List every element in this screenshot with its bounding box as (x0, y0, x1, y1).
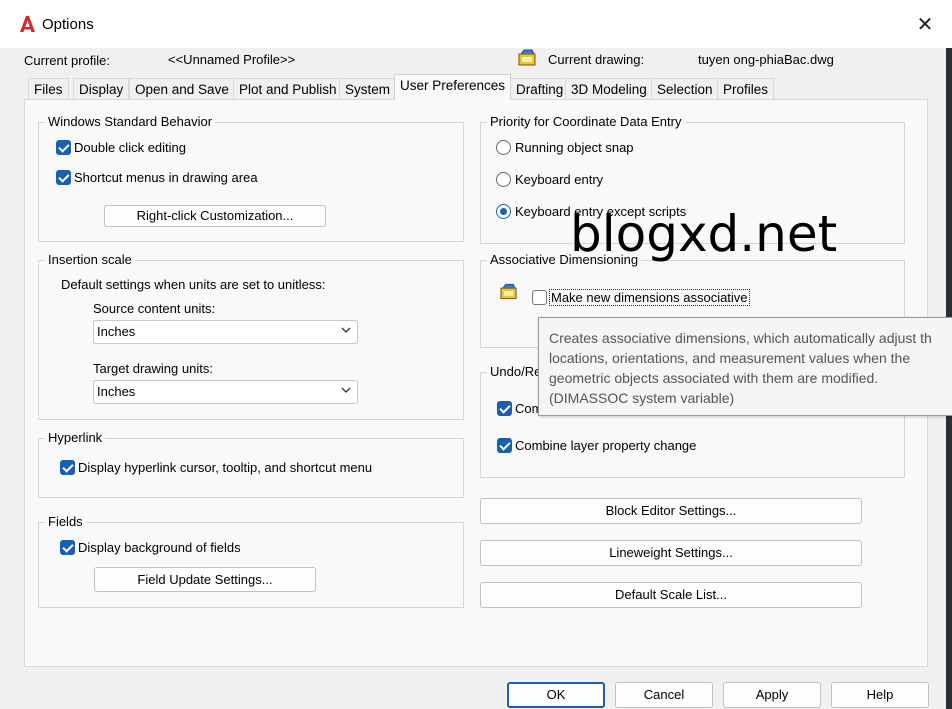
fields-title: Fields (45, 514, 86, 529)
tab-user-preferences[interactable]: User Preferences (394, 74, 512, 100)
running-object-snap-radio[interactable] (496, 140, 511, 155)
display-hyperlink-checkbox[interactable] (60, 460, 75, 475)
tab-plot-and-publish[interactable]: Plot and Publish (233, 78, 343, 99)
fields-group: Fields Display background of fields Fiel… (38, 514, 464, 608)
tooltip-line: (DIMASSOC system variable) (549, 390, 735, 406)
options-dialog: Options ✕ Current profile: <<Unnamed Pro… (0, 0, 952, 709)
make-associative-label: Make new dimensions associative (549, 289, 750, 306)
current-drawing-value: tuyen ong-phiaBac.dwg (698, 52, 834, 67)
display-hyperlink-label: Display hyperlink cursor, tooltip, and s… (78, 460, 373, 475)
source-units-label: Source content units: (93, 301, 216, 316)
source-units-dropdown[interactable]: Inches (93, 320, 358, 344)
target-units-dropdown[interactable]: Inches (93, 380, 358, 404)
field-update-settings-button[interactable]: Field Update Settings... (94, 567, 316, 592)
insertion-scale-title: Insertion scale (45, 252, 135, 267)
lineweight-settings-button[interactable]: Lineweight Settings... (480, 540, 862, 566)
tab-open-and-save[interactable]: Open and Save (129, 78, 235, 99)
keyboard-entry-radio[interactable] (496, 172, 511, 187)
priority-title: Priority for Coordinate Data Entry (487, 114, 685, 129)
display-background-label: Display background of fields (78, 540, 241, 555)
hyperlink-group: Hyperlink Display hyperlink cursor, tool… (38, 430, 464, 498)
keyboard-entry-label: Keyboard entry (515, 172, 604, 187)
watermark-text: blogxd.net (570, 205, 838, 263)
shortcut-menus-checkbox[interactable] (56, 170, 71, 185)
windows-standard-title: Windows Standard Behavior (45, 114, 216, 129)
shortcut-menus-label: Shortcut menus in drawing area (74, 170, 258, 185)
right-click-customization-button[interactable]: Right-click Customization... (104, 205, 326, 227)
title-bar: Options ✕ (0, 0, 952, 48)
dimassoc-tooltip: Creates associative dimensions, which au… (538, 317, 952, 416)
tab-drafting[interactable]: Drafting (510, 78, 570, 99)
combine-layer-label: Combine layer property change (515, 438, 697, 453)
keyboard-except-scripts-radio[interactable] (496, 204, 511, 219)
tab-system[interactable]: System (339, 78, 397, 99)
running-object-snap-label: Running object snap (515, 140, 634, 155)
drawing-file-icon (500, 283, 517, 300)
display-background-checkbox[interactable] (60, 540, 75, 555)
tab-3d-modeling[interactable]: 3D Modeling (565, 78, 653, 99)
undo-redo-title: Undo/Re (487, 364, 545, 379)
source-units-value: Inches (97, 324, 136, 339)
combine-layer-checkbox[interactable] (497, 438, 512, 453)
hyperlink-title: Hyperlink (45, 430, 106, 445)
tab-display[interactable]: Display (73, 78, 130, 99)
current-drawing-label: Current drawing: (548, 52, 645, 67)
tooltip-line: Creates associative dimensions, which au… (549, 330, 932, 346)
insertion-scale-group: Insertion scale Default settings when un… (38, 252, 464, 420)
apply-button[interactable]: Apply (723, 682, 821, 708)
drawing-file-icon (518, 49, 536, 66)
ok-button[interactable]: OK (507, 682, 605, 708)
target-units-value: Inches (97, 384, 136, 399)
chevron-down-icon (341, 387, 351, 393)
target-units-label: Target drawing units: (93, 361, 213, 376)
current-profile-value: <<Unnamed Profile>> (168, 52, 296, 67)
block-editor-settings-button[interactable]: Block Editor Settings... (480, 498, 862, 524)
tab-files[interactable]: Files (28, 78, 69, 99)
tooltip-line: geometric objects associated with them a… (549, 370, 879, 386)
chevron-down-icon (341, 327, 351, 333)
tab-selection[interactable]: Selection (651, 78, 719, 99)
insertion-scale-description: Default settings when units are set to u… (61, 277, 326, 292)
tab-profiles[interactable]: Profiles (717, 78, 775, 99)
current-profile-label: Current profile: (24, 53, 110, 68)
window-title: Options (42, 16, 94, 33)
close-icon[interactable]: ✕ (912, 12, 938, 38)
help-button[interactable]: Help (831, 682, 929, 708)
combine-zoom-pan-checkbox[interactable] (497, 401, 512, 416)
autocad-logo-icon (20, 16, 35, 32)
double-click-checkbox[interactable] (56, 140, 71, 155)
tooltip-line: locations, orientations, and measurement… (549, 350, 911, 366)
double-click-label: Double click editing (74, 140, 187, 155)
cancel-button[interactable]: Cancel (615, 682, 713, 708)
make-associative-checkbox[interactable] (532, 290, 547, 305)
windows-standard-group: Windows Standard Behavior Double click e… (38, 114, 464, 242)
default-scale-list-button[interactable]: Default Scale List... (480, 582, 862, 608)
